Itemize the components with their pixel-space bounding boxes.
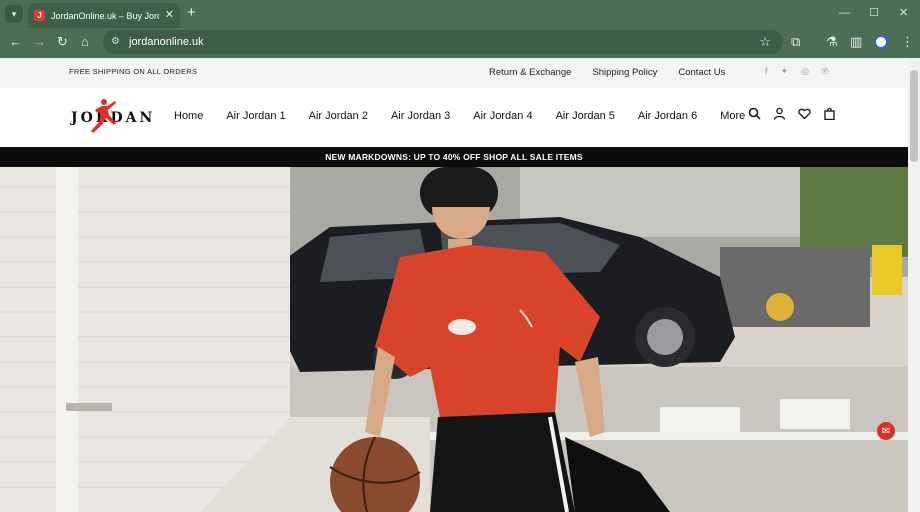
jordan-logo[interactable]: JORDAN bbox=[71, 97, 152, 137]
nav-air-jordan-4[interactable]: Air Jordan 4 bbox=[473, 110, 532, 122]
browser-toolbar: ← → ↻ ⌂ ⚙ jordanonline.uk ☆ ⧉ ⚗ ▥ ⋮ bbox=[0, 28, 920, 58]
url-text[interactable]: jordanonline.uk bbox=[129, 36, 204, 48]
web-page: FREE SHIPPING ON ALL ORDERS Return & Exc… bbox=[0, 58, 908, 512]
profile-icon[interactable] bbox=[874, 35, 888, 49]
hero-banner-image[interactable] bbox=[0, 167, 908, 512]
search-icon[interactable] bbox=[748, 107, 761, 120]
maximize-icon[interactable]: ☐ bbox=[869, 6, 879, 20]
jumpman-icon bbox=[91, 99, 116, 133]
window-close-icon[interactable]: ✕ bbox=[899, 6, 908, 20]
forward-arrow-icon[interactable]: → bbox=[33, 34, 46, 50]
tab-title: JordanOnline.uk – Buy Jordan bbox=[51, 10, 159, 21]
header-icons bbox=[748, 107, 836, 120]
close-icon[interactable]: ✕ bbox=[165, 8, 174, 21]
utility-links: Return & Exchange Shipping Policy Contac… bbox=[489, 67, 725, 78]
page-scrollbar[interactable] bbox=[908, 58, 920, 512]
return-exchange-link[interactable]: Return & Exchange bbox=[489, 67, 571, 78]
twitter-icon[interactable]: ✦ bbox=[781, 66, 789, 77]
plus-icon[interactable]: + bbox=[187, 5, 196, 21]
chevron-down-icon[interactable]: ▾ bbox=[5, 5, 23, 23]
site-header: JORDAN Home Air Jordan 1 Air Jordan 2 Ai… bbox=[0, 88, 908, 147]
nav-air-jordan-2[interactable]: Air Jordan 2 bbox=[309, 110, 368, 122]
hero-photo bbox=[0, 167, 908, 512]
site-info-icon[interactable]: ⚙ bbox=[111, 36, 120, 47]
promo-banner[interactable]: NEW MARKDOWNS: UP TO 40% OFF SHOP ALL SA… bbox=[0, 147, 908, 167]
instagram-icon[interactable]: ◎ bbox=[801, 66, 809, 77]
shipping-policy-link[interactable]: Shipping Policy bbox=[592, 67, 657, 78]
nav-air-jordan-1[interactable]: Air Jordan 1 bbox=[226, 110, 285, 122]
back-arrow-icon[interactable]: ← bbox=[9, 34, 22, 50]
nav-air-jordan-5[interactable]: Air Jordan 5 bbox=[556, 110, 615, 122]
address-bar[interactable]: ⚙ jordanonline.uk ☆ bbox=[103, 30, 783, 54]
scrollbar-thumb[interactable] bbox=[910, 70, 918, 162]
browser-chrome: ▾ J JordanOnline.uk – Buy Jordan ✕ + — ☐… bbox=[0, 0, 920, 58]
reload-icon[interactable]: ↻ bbox=[57, 34, 68, 50]
facebook-icon[interactable]: f bbox=[765, 66, 768, 77]
sidepanel-icon[interactable]: ▥ bbox=[850, 34, 862, 50]
nav-air-jordan-3[interactable]: Air Jordan 3 bbox=[391, 110, 450, 122]
free-shipping-text: FREE SHIPPING ON ALL ORDERS bbox=[69, 67, 198, 76]
jordan-favicon-icon: J bbox=[34, 10, 45, 21]
pinterest-icon[interactable]: ℗ bbox=[822, 66, 829, 77]
minimize-icon[interactable]: — bbox=[839, 6, 850, 20]
kebab-menu-icon[interactable]: ⋮ bbox=[901, 34, 914, 50]
chat-support-icon[interactable]: ✉ bbox=[877, 422, 895, 440]
home-icon[interactable]: ⌂ bbox=[81, 34, 89, 50]
star-icon[interactable]: ☆ bbox=[759, 34, 771, 50]
wishlist-heart-icon[interactable] bbox=[798, 107, 811, 120]
nav-more[interactable]: More bbox=[720, 110, 745, 122]
contact-us-link[interactable]: Contact Us bbox=[678, 67, 725, 78]
flask-icon[interactable]: ⚗ bbox=[826, 34, 838, 50]
main-nav: Home Air Jordan 1 Air Jordan 2 Air Jorda… bbox=[174, 110, 745, 122]
puzzle-icon[interactable]: ⧉ bbox=[791, 34, 800, 50]
active-tab[interactable]: J JordanOnline.uk – Buy Jordan ✕ bbox=[28, 3, 180, 28]
tab-strip: ▾ J JordanOnline.uk – Buy Jordan ✕ + — ☐… bbox=[0, 0, 920, 28]
nav-air-jordan-6[interactable]: Air Jordan 6 bbox=[638, 110, 697, 122]
announcement-topbar: FREE SHIPPING ON ALL ORDERS Return & Exc… bbox=[0, 58, 908, 88]
account-icon[interactable] bbox=[773, 107, 786, 120]
nav-home[interactable]: Home bbox=[174, 110, 203, 122]
social-links: f ✦ ◎ ℗ bbox=[765, 66, 829, 77]
cart-bag-icon[interactable] bbox=[823, 107, 836, 120]
